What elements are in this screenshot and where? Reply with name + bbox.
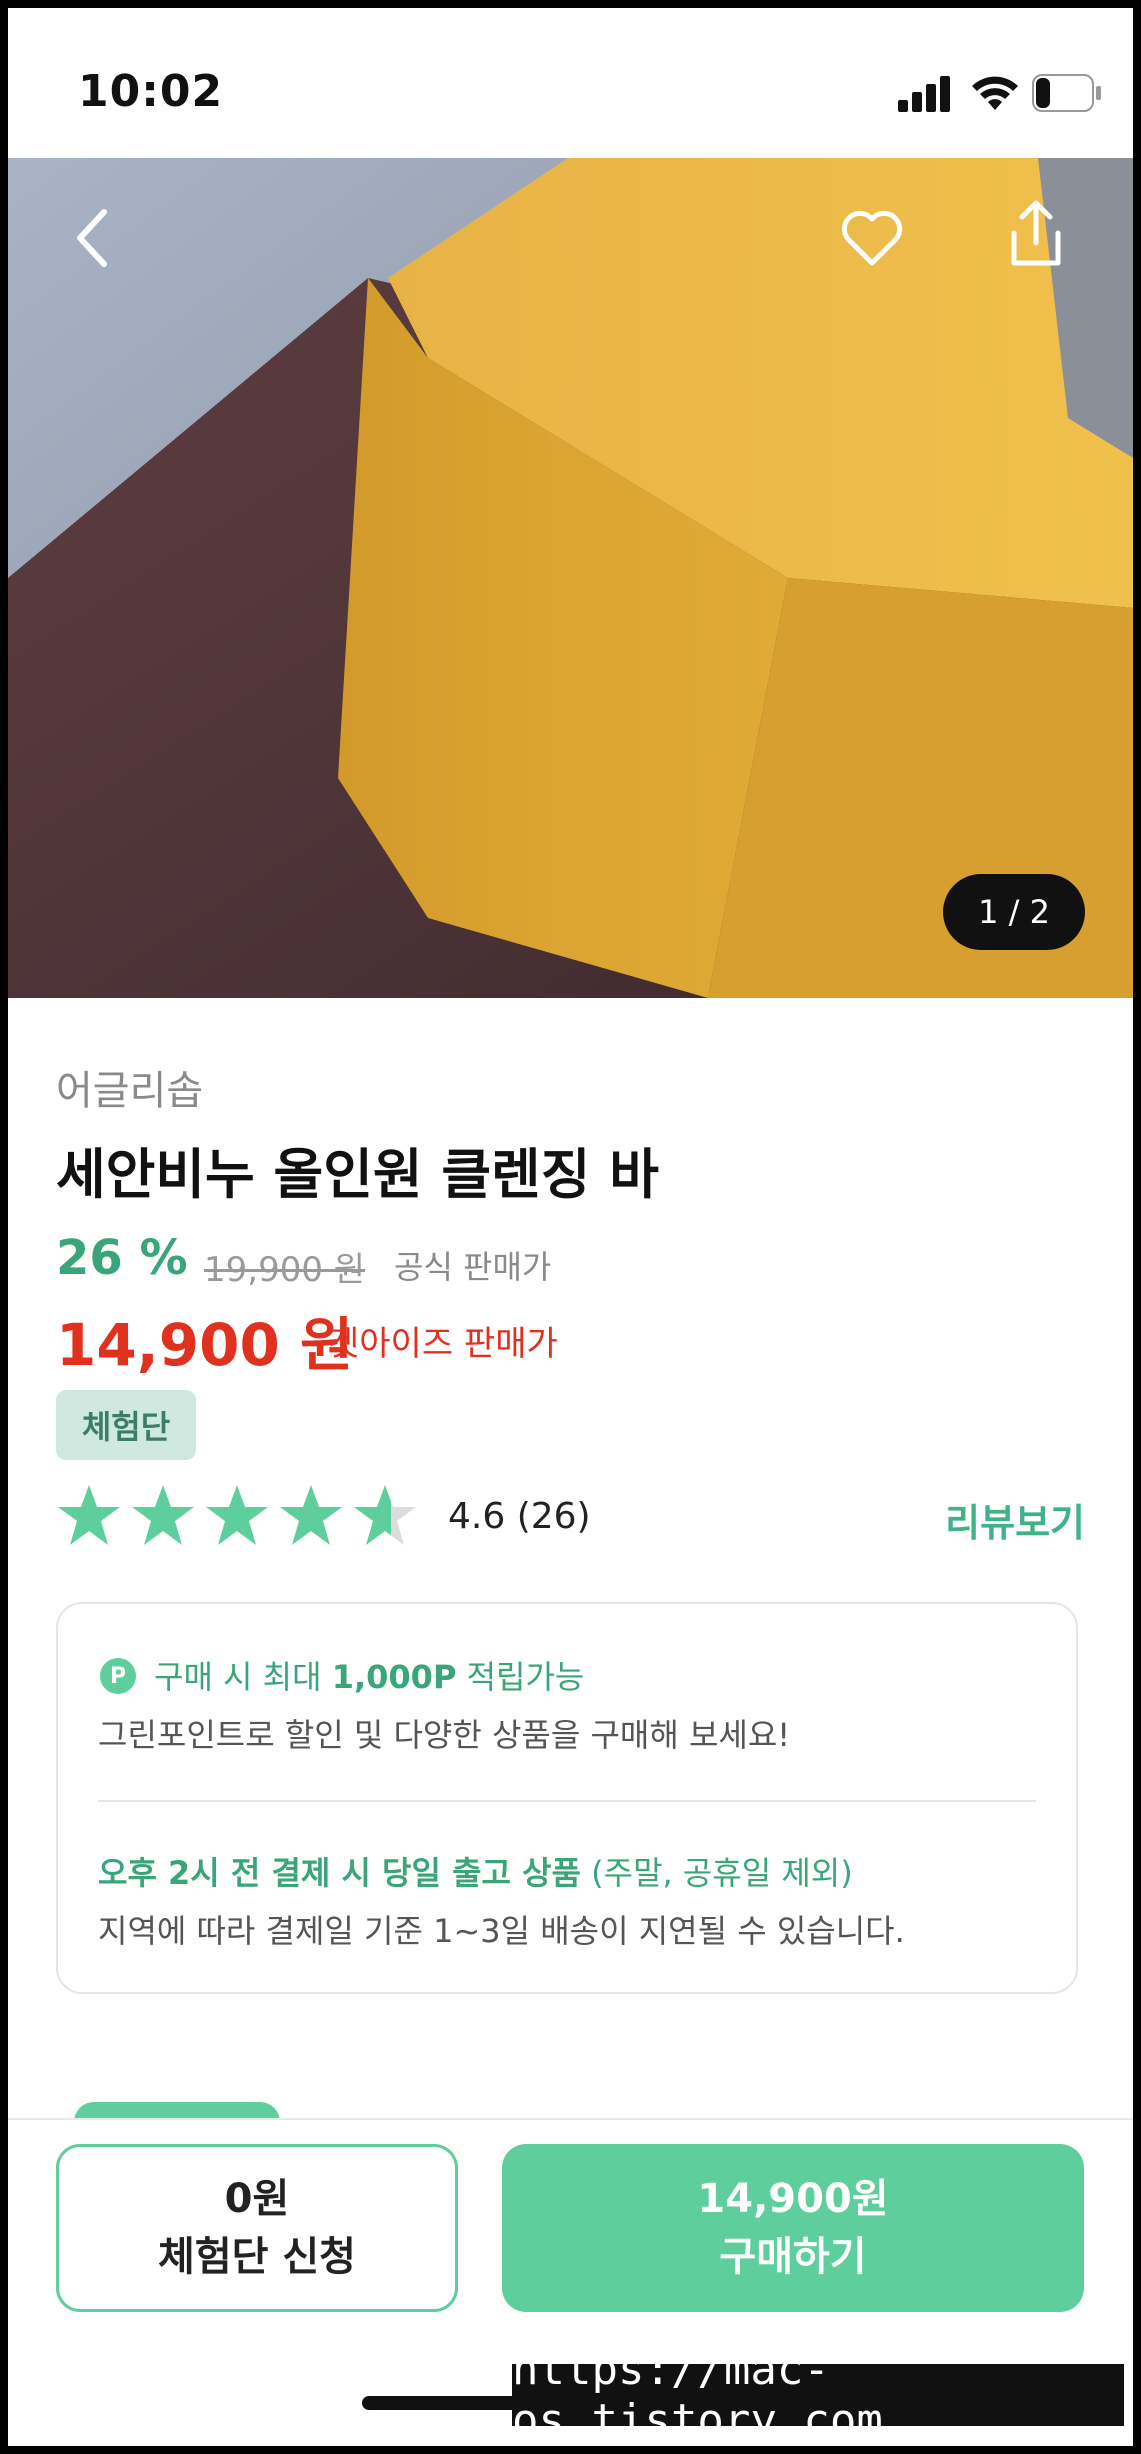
product-image[interactable]: 1 / 2 [8, 158, 1133, 998]
divider [98, 1800, 1036, 1802]
point-summary: 구매 시 최대 1,000P 적립가능 [154, 1652, 584, 1698]
point-icon: P [100, 1658, 136, 1694]
heart-icon [841, 210, 903, 266]
buy-label: 구매하기 [719, 2234, 867, 2280]
rating-stars [56, 1483, 418, 1553]
image-counter: 1 / 2 [943, 874, 1085, 950]
point-description: 그린포인트로 할인 및 다양한 상품을 구매해 보세요! [98, 1716, 791, 1754]
bottom-action-bar: 0원 체험단 신청 14,900원 구매하기 [8, 2118, 1133, 2320]
chevron-left-icon [77, 209, 107, 267]
benefit-info-box: P 구매 시 최대 1,000P 적립가능 그린포인트로 할인 및 다양한 상품… [56, 1602, 1078, 1994]
back-button[interactable] [52, 198, 132, 278]
product-photo [8, 158, 1133, 998]
discount-rate: 26 % [56, 1230, 188, 1286]
status-time: 10:02 [78, 66, 224, 117]
app-screen: 10:02 22 1 / 2 어글리솝 세안비누 올인원 클렌징 바 26 % … [8, 8, 1133, 2446]
star-icon [354, 1485, 416, 1545]
share-button[interactable] [996, 194, 1076, 274]
original-price: 19,900 원 [204, 1250, 366, 1290]
star-icon [132, 1485, 194, 1545]
share-icon [1011, 200, 1061, 266]
cellular-signal-icon [898, 76, 950, 112]
trial-apply-button[interactable]: 0원 체험단 신청 [56, 2144, 458, 2312]
wifi-icon [972, 76, 1018, 110]
point-suffix: 적립가능 [456, 1658, 585, 1696]
buy-price: 14,900원 [697, 2176, 889, 2222]
view-reviews-link[interactable]: 리뷰보기 [945, 1492, 1085, 1547]
wishlist-button[interactable] [832, 198, 912, 278]
status-bar: 10:02 22 [8, 8, 1133, 158]
star-icon [206, 1485, 268, 1545]
trial-badge: 체험단 [56, 1390, 196, 1460]
battery-level: 22 [1053, 80, 1086, 108]
shipping-condition: 오후 2시 전 결제 시 당일 출고 상품 [98, 1854, 581, 1892]
sale-price: 14,900 원 [56, 1311, 354, 1379]
star-icon [58, 1485, 120, 1545]
shipping-description: 지역에 따라 결제일 기준 1~3일 배송이 지연될 수 있습니다. [98, 1912, 905, 1950]
point-prefix: 구매 시 최대 [154, 1658, 332, 1696]
buy-button[interactable]: 14,900원 구매하기 [502, 2144, 1084, 2312]
battery-icon: 22 [1032, 74, 1102, 112]
point-amount: 1,000P [331, 1658, 457, 1696]
product-title: 세안비누 올인원 클렌징 바 [56, 1143, 659, 1206]
sale-price-label: 겟아이즈 판매가 [328, 1324, 558, 1364]
original-price-label: 공식 판매가 [394, 1248, 552, 1286]
trial-price: 0원 [224, 2176, 290, 2222]
shipping-exception: (주말, 공휴일 제외) [580, 1854, 853, 1892]
star-icon [280, 1485, 342, 1545]
trial-label: 체험단 신청 [158, 2234, 356, 2280]
watermark: https://mac-os.tistory.com [512, 2344, 1124, 2446]
rating-text: 4.6 (26) [448, 1496, 591, 1537]
shipping-summary: 오후 2시 전 결제 시 당일 출고 상품 (주말, 공휴일 제외) [98, 1848, 853, 1894]
brand-name[interactable]: 어글리솝 [56, 1058, 203, 1116]
